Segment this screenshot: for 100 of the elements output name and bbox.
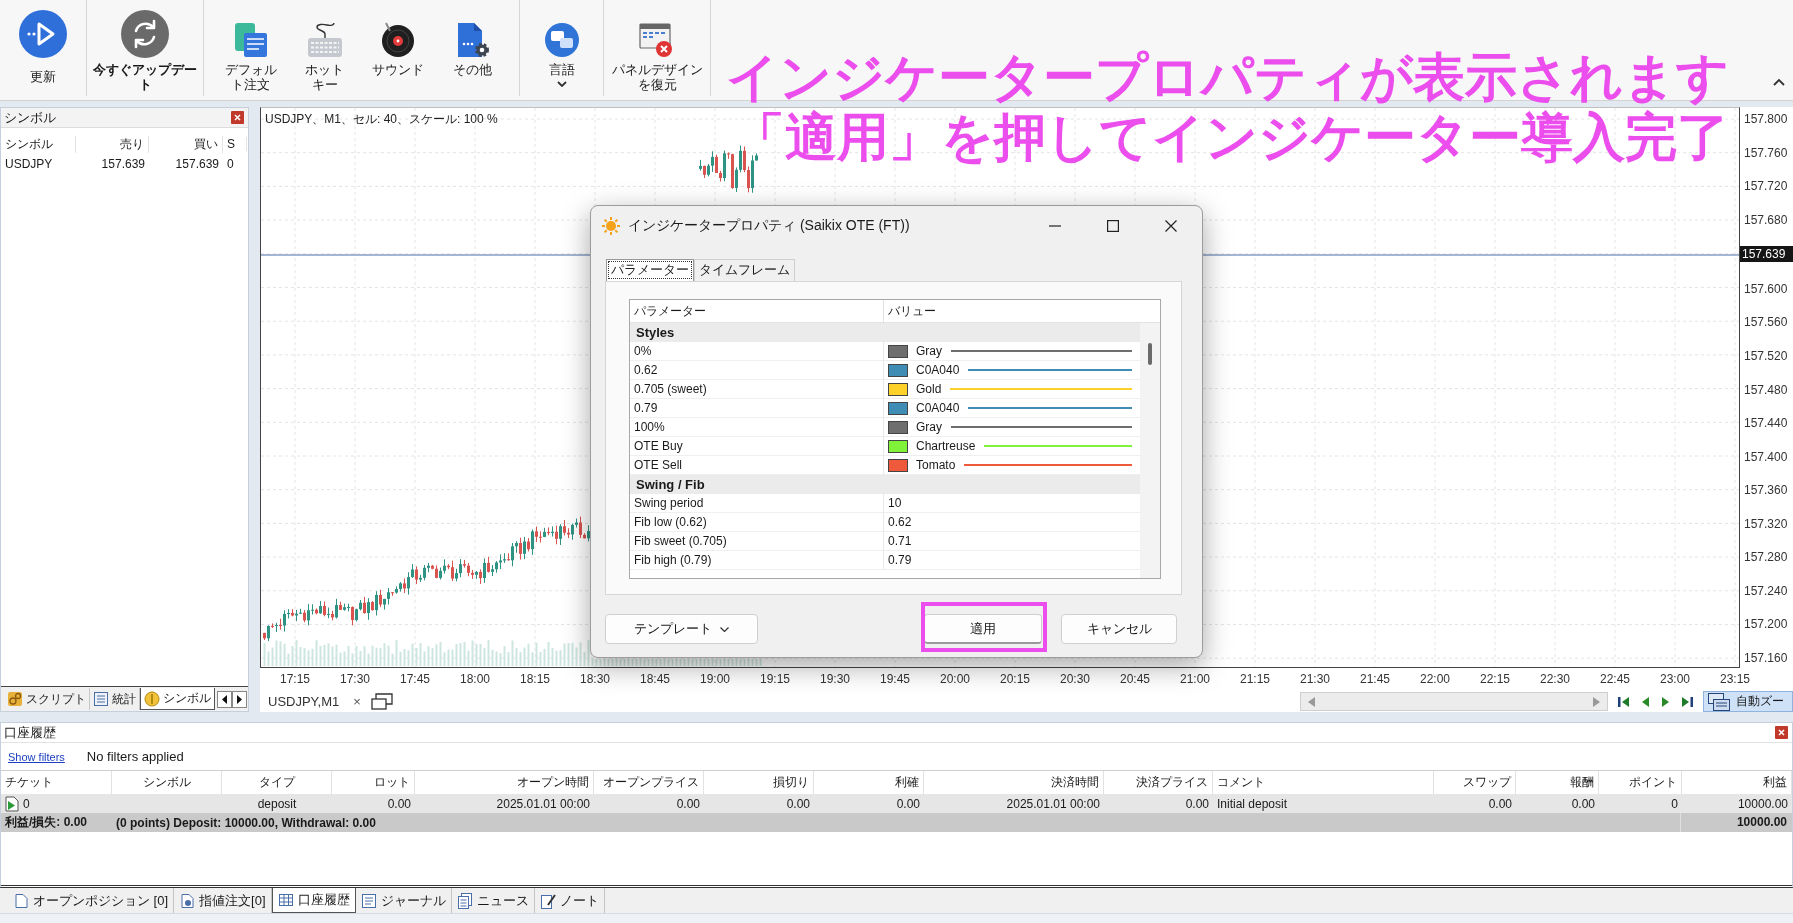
property-name[interactable]: OTE Sell xyxy=(630,456,884,474)
panel-tab[interactable]: スクリプト xyxy=(4,688,90,710)
document-play-icon xyxy=(5,795,19,812)
chevron-up-icon[interactable] xyxy=(1773,78,1785,86)
toolbar-button[interactable]: パネルデザインを復元 xyxy=(605,0,709,96)
time-label: 22:45 xyxy=(1599,671,1631,688)
document-icon xyxy=(13,892,29,909)
property-value[interactable]: 0.71 xyxy=(884,534,912,548)
property-value[interactable]: C0A040 xyxy=(916,363,960,377)
dialog-tab[interactable]: パラメーター xyxy=(606,259,694,281)
price-label: 157.800 xyxy=(1743,112,1789,126)
table-cell: 0.00 xyxy=(896,796,920,811)
panel-title: シンボル xyxy=(4,108,56,127)
price-label: 157.240 xyxy=(1743,583,1789,598)
property-value[interactable]: 0.79 xyxy=(884,553,912,567)
color-swatch-icon[interactable] xyxy=(888,439,908,453)
current-price-tag: 157.639 xyxy=(1739,246,1793,263)
table-cell: 0.00 xyxy=(1488,796,1512,811)
vertical-scrollbar[interactable] xyxy=(1140,323,1160,578)
property-value[interactable]: Gold xyxy=(916,382,942,396)
property-name[interactable]: 0.79 xyxy=(630,399,884,417)
skip-start-icon[interactable] xyxy=(1618,695,1630,708)
panel-tab[interactable]: シンボル xyxy=(140,688,215,710)
property-name[interactable]: 0.62 xyxy=(630,361,884,379)
chart-tab[interactable]: USDJPY,M1 xyxy=(268,694,340,709)
panel-title: 口座履歴 xyxy=(4,723,56,742)
property-name[interactable]: 0% xyxy=(630,342,884,360)
property-name[interactable]: Swing period xyxy=(630,494,884,512)
document-icon xyxy=(232,22,269,58)
property-value[interactable]: Tomato xyxy=(916,458,956,472)
toolbar-button[interactable]: デフォルト注文 xyxy=(214,0,288,96)
price-label: 157.280 xyxy=(1743,550,1789,565)
time-label: 20:30 xyxy=(1059,671,1091,688)
group-header[interactable]: Swing / Fib xyxy=(630,475,1140,494)
table-cell: 0.00 xyxy=(786,796,810,811)
auto-zoom-button[interactable]: 自動ズー xyxy=(1703,691,1793,712)
property-value[interactable]: 10 xyxy=(884,496,902,510)
time-label: 20:15 xyxy=(999,671,1031,688)
toolbar-button[interactable]: 言語 xyxy=(526,0,597,96)
table-row[interactable]: 0 deposit 0.00 2025.01.01 00:00 0.00 0.00 0.00 2025.01.01 00:00 0.00 Initial deposit 0.00 0.00 0 10000.00 xyxy=(1,794,1792,813)
filter-status: No filters applied xyxy=(86,749,184,764)
color-swatch-icon[interactable] xyxy=(888,420,908,434)
toolbar-button[interactable]: その他 xyxy=(435,0,509,96)
property-name[interactable]: OTE Buy xyxy=(630,437,884,455)
table-cell-text: USDJPY xyxy=(4,157,54,171)
toolbar-button[interactable]: 更新 xyxy=(3,0,83,96)
table-cell-text: 157.639 xyxy=(174,157,220,171)
dialog-tab[interactable]: タイムフレーム xyxy=(694,259,795,281)
property-name[interactable]: 0.705 (sweet) xyxy=(630,380,884,398)
time-label: 19:45 xyxy=(879,671,911,688)
time-label: 17:15 xyxy=(279,671,311,688)
toolbar-button[interactable]: 今すぐアップデート xyxy=(87,0,203,96)
chart-info: USDJPY、M1、セル: 40、スケール: 100 % xyxy=(265,111,498,128)
time-label: 19:00 xyxy=(699,671,731,688)
property-name[interactable]: Fib low (0.62) xyxy=(630,513,884,531)
column-header: 買い xyxy=(149,135,223,153)
dialog-button[interactable]: 適用 xyxy=(924,614,1042,644)
color-swatch-icon[interactable] xyxy=(888,363,908,377)
color-swatch-icon[interactable] xyxy=(888,344,908,358)
table-cell: deposit xyxy=(257,796,297,811)
scrollbar-thumb[interactable] xyxy=(1148,343,1152,365)
price-label: 157.440 xyxy=(1743,416,1789,431)
color-swatch-icon[interactable] xyxy=(888,382,908,396)
panel-tab[interactable]: 統計 xyxy=(90,688,140,710)
time-label: 18:30 xyxy=(579,671,611,688)
annotation-text: 「適用」を押してインジケーター導入完了 xyxy=(732,107,1729,167)
speech-bubbles-icon xyxy=(543,22,580,58)
property-name[interactable]: Fib sweet (0.705) xyxy=(630,532,884,550)
time-label: 18:45 xyxy=(639,671,671,688)
candlestick-chart xyxy=(699,145,758,194)
time-label: 19:15 xyxy=(759,671,791,688)
windows-icon[interactable] xyxy=(370,693,393,710)
time-label: 18:15 xyxy=(519,671,551,688)
table-cell-text: 157.639 xyxy=(100,157,146,171)
property-value[interactable]: Gray xyxy=(916,420,942,434)
tab-close[interactable]: × xyxy=(353,694,361,709)
document-icon xyxy=(179,892,196,909)
triangle-right-icon[interactable] xyxy=(1661,695,1669,708)
triangle-left-icon[interactable] xyxy=(1642,695,1650,708)
group-header[interactable]: Styles xyxy=(630,323,1140,342)
close-icon[interactable] xyxy=(1775,726,1788,739)
close-icon xyxy=(1165,220,1177,232)
property-value[interactable]: Gray xyxy=(916,344,942,358)
toolbar-button[interactable]: ホットキー xyxy=(287,0,362,96)
color-swatch-icon[interactable] xyxy=(888,458,908,472)
dialog-button[interactable]: テンプレート xyxy=(605,614,758,644)
property-value[interactable]: C0A040 xyxy=(916,401,960,415)
play-circle-icon xyxy=(19,10,67,58)
skip-end-icon[interactable] xyxy=(1681,695,1693,708)
panel-tab[interactable]: 口座履歴 xyxy=(271,888,356,913)
list-icon xyxy=(360,892,377,909)
show-filters-link[interactable]: Show filters xyxy=(8,750,65,763)
property-value[interactable]: Chartreuse xyxy=(916,439,976,453)
color-swatch-icon[interactable] xyxy=(888,401,908,415)
property-name[interactable]: Fib high (0.79) xyxy=(630,551,884,569)
property-value[interactable]: 0.62 xyxy=(884,515,912,529)
toolbar-button[interactable]: サウンド xyxy=(361,0,436,96)
close-icon[interactable] xyxy=(231,111,244,124)
dialog-button[interactable]: キャンセル xyxy=(1061,614,1177,644)
property-name[interactable]: 100% xyxy=(630,418,884,436)
